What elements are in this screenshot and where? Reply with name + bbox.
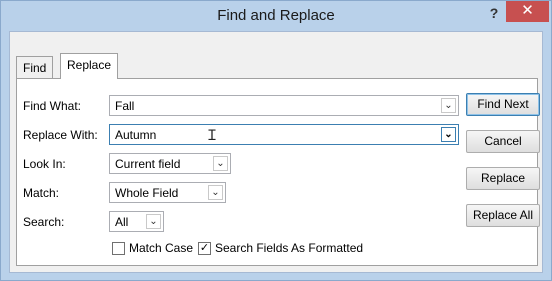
close-icon[interactable]: ✕ — [506, 1, 549, 22]
search-formatted-label: Search Fields As Formatted — [215, 241, 364, 255]
match-label: Match: — [23, 186, 60, 200]
replace-tab-panel: Find What: Fall ⌄ Replace With: Autumn Ｉ… — [16, 78, 538, 266]
tab-replace[interactable]: Replace — [60, 53, 119, 79]
chevron-down-icon[interactable]: ⌄ — [213, 156, 228, 171]
find-what-value: Fall — [115, 99, 135, 113]
find-replace-dialog: Find and Replace ? ✕ Find Replace Find W… — [0, 0, 552, 281]
replace-all-button[interactable]: Replace All — [466, 204, 540, 227]
search-select[interactable]: All ⌄ — [109, 211, 164, 232]
cancel-button[interactable]: Cancel — [466, 130, 540, 153]
chevron-down-icon[interactable]: ⌄ — [146, 214, 161, 229]
match-select[interactable]: Whole Field ⌄ — [109, 182, 226, 203]
look-in-select[interactable]: Current field ⌄ — [109, 153, 231, 174]
chevron-down-icon[interactable]: ⌄ — [208, 185, 223, 200]
dialog-body: Find Replace Find What: Fall ⌄ Replace W… — [9, 31, 543, 273]
check-icon: ✓ — [199, 242, 210, 254]
tab-find[interactable]: Find — [16, 56, 54, 78]
find-next-button[interactable]: Find Next — [466, 93, 540, 116]
help-icon[interactable]: ? — [484, 3, 504, 23]
find-what-label: Find What: — [23, 99, 82, 113]
search-formatted-checkbox[interactable]: ✓ — [198, 242, 211, 255]
match-case-label: Match Case — [129, 241, 194, 255]
chevron-down-icon[interactable]: ⌄ — [441, 127, 456, 142]
replace-with-combo[interactable]: Autumn Ｉ ⌄ — [109, 124, 459, 145]
chevron-down-icon[interactable]: ⌄ — [441, 98, 456, 113]
search-label: Search: — [23, 215, 65, 229]
dialog-title: Find and Replace — [217, 7, 335, 24]
text-cursor-icon: Ｉ — [205, 127, 219, 143]
look-in-value: Current field — [115, 157, 181, 171]
title-bar[interactable]: Find and Replace ? ✕ — [1, 1, 551, 31]
match-case-checkbox[interactable] — [112, 242, 125, 255]
replace-with-label: Replace With: — [23, 128, 98, 142]
search-value: All — [115, 215, 129, 229]
match-value: Whole Field — [115, 186, 179, 200]
replace-button[interactable]: Replace — [466, 167, 540, 190]
look-in-label: Look In: — [23, 157, 66, 171]
replace-with-value: Autumn — [115, 128, 157, 142]
find-what-combo[interactable]: Fall ⌄ — [109, 95, 459, 116]
